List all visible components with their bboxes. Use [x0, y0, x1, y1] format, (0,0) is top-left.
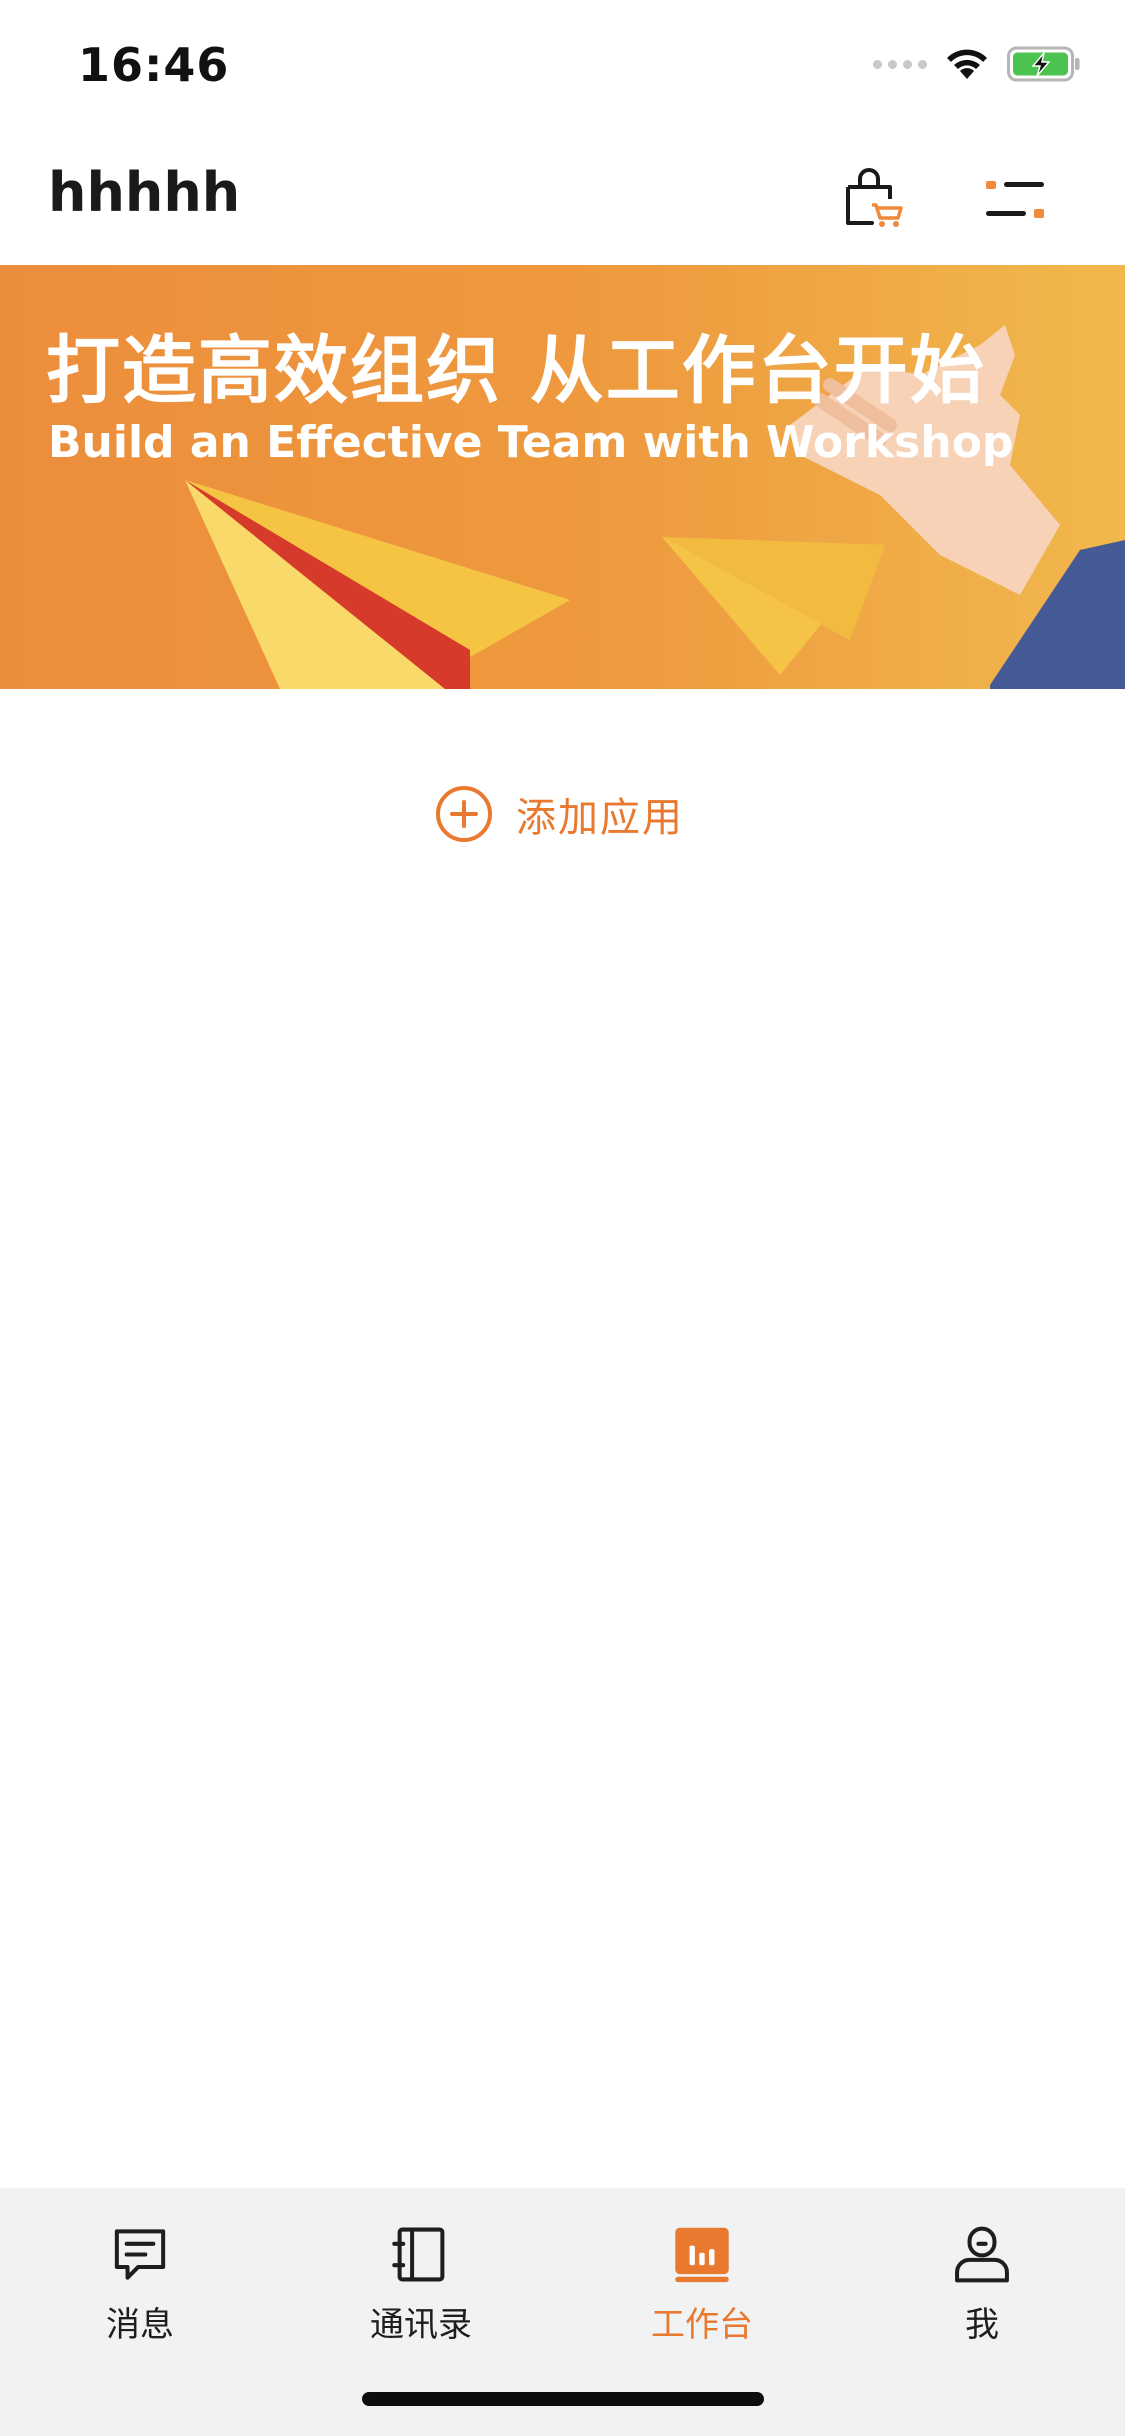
banner-title: 打造高效组织 从工作台开始: [46, 328, 986, 414]
add-application-label: 添加应用: [516, 795, 684, 841]
menu-icon: [986, 181, 1044, 218]
tab-workbench-label: 工作台: [651, 2305, 753, 2345]
tab-me-label: 我: [965, 2305, 999, 2345]
workbench-icon: [675, 2227, 729, 2283]
menu-button[interactable]: [980, 173, 1050, 229]
wifi-icon: [947, 49, 987, 79]
profile-icon: [955, 2226, 1009, 2283]
status-time: 16:46: [78, 38, 230, 92]
tab-messages[interactable]: 消息: [40, 2206, 240, 2346]
plus-circle-icon: [436, 786, 492, 842]
shopping-bag-icon: [846, 168, 903, 227]
add-application-button[interactable]: 添加应用: [434, 784, 684, 844]
status-bar: 16:46: [0, 0, 1125, 135]
battery-charging-icon: [1007, 46, 1080, 82]
workbench-banner: 打造高效组织 从工作台开始 Build an Effective Team wi…: [0, 265, 1125, 689]
cellular-signal-icon: [873, 59, 927, 69]
tab-workbench[interactable]: 工作台: [602, 2206, 802, 2346]
tab-me[interactable]: 我: [882, 2206, 1082, 2346]
tab-contacts[interactable]: 通讯录: [321, 2206, 521, 2346]
message-icon: [114, 2229, 166, 2280]
workbench-screen: 16:46 hhhhh 打造高效组织 从工作台开始 Build an Effec…: [0, 0, 1125, 2436]
tab-messages-label: 消息: [106, 2305, 174, 2345]
organization-name[interactable]: hhhhh: [48, 161, 240, 224]
contacts-book-icon: [392, 2227, 445, 2282]
tab-contacts-label: 通讯录: [370, 2305, 472, 2345]
status-icons: [873, 46, 1081, 82]
shopping-bag-button[interactable]: [838, 165, 908, 235]
home-indicator[interactable]: [362, 2392, 764, 2406]
banner-subtitle: Build an Effective Team with Workshop: [48, 417, 1014, 468]
bottom-tab-bar: 消息 通讯录 工作台 我: [0, 2188, 1125, 2436]
app-header: hhhhh: [0, 135, 1125, 265]
